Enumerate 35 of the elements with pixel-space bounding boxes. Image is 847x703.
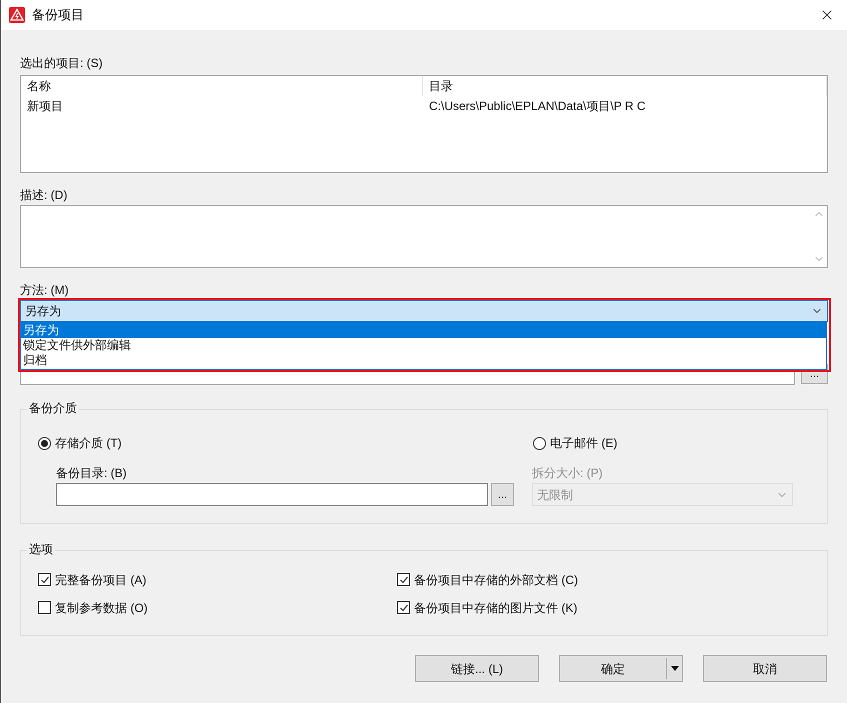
dropdown-option[interactable]: 锁定文件供外部编辑	[21, 338, 826, 353]
field-label: 拆分大小: (P)	[532, 466, 604, 481]
group-title: 选项	[27, 542, 55, 557]
dropdown-option[interactable]: 另存为	[21, 323, 826, 338]
radio-button[interactable]	[38, 436, 51, 450]
method-dropdown[interactable]: 另存为	[20, 300, 828, 322]
checkbox[interactable]	[38, 601, 51, 614]
checkbox[interactable]	[397, 601, 410, 614]
table-cell-text: 新项目	[26, 98, 64, 115]
ok-split-button[interactable]: 确定	[559, 655, 683, 682]
field-label: 选出的项目: (S)	[20, 56, 104, 71]
group-title: 备份介质	[27, 401, 79, 416]
checkbox-label: 备份项目中存储的图片文件 (K)	[414, 600, 578, 616]
checkbox-label: 完整备份项目 (A)	[55, 572, 146, 588]
radio-label: 电子邮件 (E)	[550, 435, 618, 452]
radio-label: 存储介质 (T)	[55, 435, 122, 452]
table-cell-text: C:\Users\Public\EPLAN\Data\项目\P R C	[428, 98, 646, 115]
warning-logo-icon	[9, 7, 25, 23]
backup-directory-field[interactable]	[56, 483, 488, 506]
column-header[interactable]: 目录	[423, 76, 827, 96]
checkbox-label: 复制参考数据 (O)	[55, 600, 148, 616]
field-label: 描述: (D)	[20, 188, 68, 203]
window-title: 备份项目	[32, 6, 84, 24]
field-label: 方法: (M)	[20, 283, 70, 298]
dialog-button[interactable]: 取消	[703, 655, 827, 682]
dialog-button[interactable]: 链接... (L)	[415, 655, 539, 682]
radio-button[interactable]	[533, 436, 546, 450]
description-field[interactable]	[20, 205, 828, 268]
field-label: 备份目录: (B)	[56, 466, 128, 481]
browse-button[interactable]: ...	[491, 483, 514, 506]
checkbox-label: 备份项目中存储的外部文档 (C)	[414, 572, 578, 588]
checkbox[interactable]	[397, 573, 410, 586]
column-header[interactable]: 名称	[21, 76, 423, 96]
checkbox[interactable]	[38, 573, 51, 586]
caret-icon[interactable]	[670, 666, 678, 671]
